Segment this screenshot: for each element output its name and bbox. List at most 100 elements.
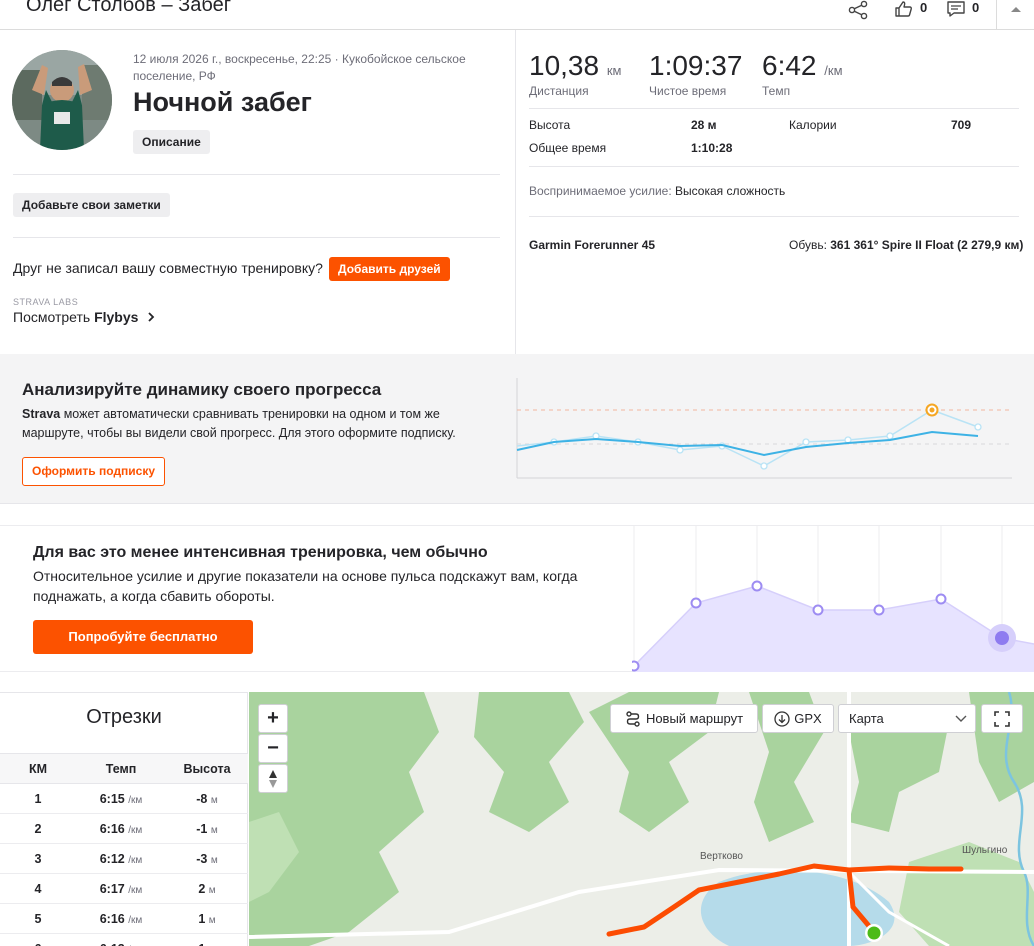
split-elevation: 1 м [166,903,248,934]
progress-preview-chart [516,378,1012,479]
calories-value: 709 [951,118,972,132]
map-type-select[interactable]: Карта [838,704,976,733]
split-row[interactable]: 66:13 /км1 м [0,933,248,946]
flybys-label: Flybys [94,309,139,325]
stat-distance: 10,38 км [529,50,621,82]
elapsed-time-label: Общее время [529,141,607,155]
chevron-up-icon [1010,7,1021,12]
shoes-value: 361 361° Spire II Float (2 279,9 км) [830,238,1024,252]
flybys-link[interactable]: Посмотреть Flybys [13,309,156,325]
share-icon[interactable] [846,0,870,20]
calories-label: Калории [789,118,837,132]
distance-value: 10,38 [529,50,600,81]
pace-value: 6:42 [762,50,817,81]
zoom-out-button[interactable]: − [258,734,288,763]
fullscreen-button[interactable] [981,704,1023,733]
map-place-label: Шульгино [962,845,1008,856]
chevron-down-icon [955,715,967,722]
split-pace: 6:13 /км [76,933,166,946]
description-button[interactable]: Описание [133,130,210,154]
compass-icon [269,769,277,788]
divider [529,166,1019,167]
moving-time-label: Чистое время [649,84,727,98]
progress-banner-body: может автоматически сравнивать тренировк… [22,407,456,440]
strava-labs-caption: STRAVA LABS [13,297,79,307]
split-pace: 6:16 /км [76,903,166,934]
gpx-download-button[interactable]: GPX [762,704,834,733]
split-elevation: 1 м [166,933,248,946]
effort-value: Высокая сложность [675,184,786,198]
add-friends-button[interactable]: Добавить друзей [329,257,450,281]
effort-banner-title: Для вас это менее интенсивная тренировка… [33,544,488,561]
map-place-label: Вертково [700,851,743,862]
split-elevation: 2 м [166,873,248,904]
add-notes-button[interactable]: Добавьте свои заметки [13,193,170,217]
distance-label: Дистанция [529,84,589,98]
divider [529,216,1019,217]
split-row[interactable]: 3 6:12 /км -3 м [0,843,248,874]
col-km: КМ [0,753,76,784]
split-elevation: -3 м [166,843,248,874]
activity-name: Ночной забег [133,87,312,117]
divider [529,108,1019,109]
splits-header-row: КМ Темп Высота [0,753,248,784]
stat-moving-time: 1:09:37 [649,50,742,82]
split-row[interactable]: 4 6:17 /км 2 м [0,873,248,904]
elevation-label: Высота [529,118,571,132]
col-elevation: Высота [166,753,248,784]
comment-icon[interactable] [946,0,966,18]
pace-unit: /км [824,63,843,78]
subscribe-button[interactable]: Оформить подписку [22,457,166,486]
comment-count: 0 [972,0,980,15]
effort-preview-chart [632,526,1034,672]
split-km: 6 [0,933,76,946]
try-free-button[interactable]: Попробуйте бесплатно [33,620,253,654]
zoom-in-button[interactable]: + [258,704,288,733]
distance-unit: км [606,63,622,78]
pace-label: Темп [762,84,791,98]
splits-table: КМ Темп Высота 1 6:15 /км -8 м 2 6:16 /км -1 … [0,753,248,946]
split-row[interactable]: 1 6:15 /км -8 м [0,783,248,814]
split-km: 5 [0,903,76,934]
split-km: 1 [0,783,76,814]
elapsed-time-value: 1:10:28 [691,141,733,155]
kudos-thumbs-up-icon[interactable] [894,0,914,18]
stat-pace: 6:42 /км [762,50,843,82]
elevation-value: 28 м [691,118,717,132]
splits-title: Отрезки [86,706,162,728]
effort-label: Воспринимаемое усилие: [529,184,676,198]
split-row[interactable]: 5 6:16 /км 1 м [0,903,248,934]
page-title: Олег Столбов – Забег [26,0,231,16]
moving-time-value: 1:09:37 [649,50,743,81]
perceived-effort: Воспринимаемое усилие: Высокая сложность [529,184,785,198]
split-km: 3 [0,843,76,874]
map-type-value: Карта [849,711,884,726]
split-pace: 6:17 /км [76,873,166,904]
gpx-label: GPX [794,711,822,726]
split-elevation: -8 м [166,783,248,814]
collapse-button[interactable] [996,0,1034,30]
panel-divider [515,30,516,354]
progress-banner-title: Анализируйте динамику своего прогресса [22,380,382,399]
activity-meta: 12 июля 2026 г., воскресенье, 22:25 · Ку… [133,52,466,83]
progress-banner-text: Strava может автоматически сравнивать тр… [22,405,492,443]
fullscreen-icon [994,710,1010,727]
kudos-count: 0 [920,0,928,15]
new-route-button[interactable]: Новый маршрут [610,704,758,733]
divider [13,237,500,238]
download-icon [774,710,790,727]
shoes-info: Обувь: 361 361° Spire II Float (2 279,9 … [789,238,1023,252]
route-icon [626,710,640,727]
chevron-right-icon [148,312,155,322]
shoes-label: Обувь: [789,238,831,252]
new-route-label: Новый маршрут [645,711,744,726]
effort-banner-text: Относительное усилие и другие показатели… [33,568,578,604]
friend-prompt-text: Друг не записал вашу совместную трениров… [13,260,323,276]
athlete-avatar[interactable] [12,50,112,150]
split-pace: 6:15 /км [76,783,166,814]
compass-button[interactable] [258,764,288,793]
split-pace: 6:16 /км [76,813,166,844]
divider [13,174,500,175]
device-name: Garmin Forerunner 45 [529,238,656,252]
split-row[interactable]: 2 6:16 /км -1 м [0,813,248,844]
